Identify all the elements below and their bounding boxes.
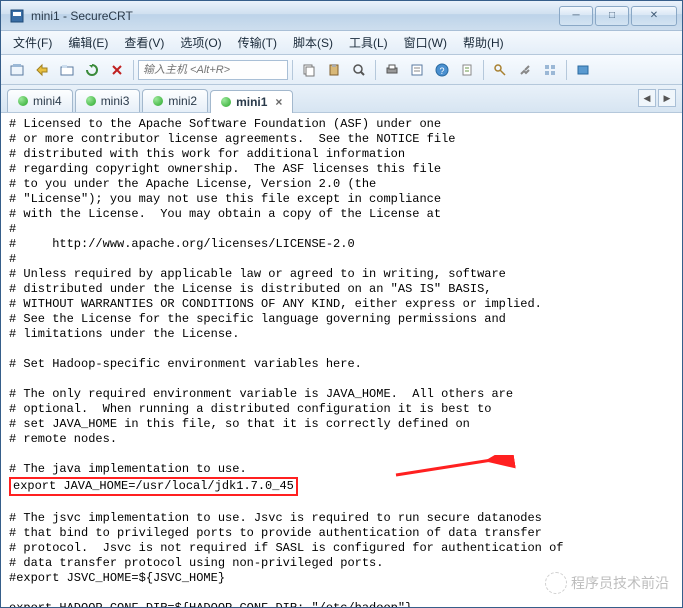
- toolbar: ?: [1, 55, 682, 85]
- app-window: mini1 - SecureCRT ─ □ ✕ 文件(F) 编辑(E) 查看(V…: [0, 0, 683, 608]
- tab-label: mini3: [101, 94, 130, 108]
- tab-next-icon[interactable]: ▶: [658, 89, 676, 107]
- paste-icon[interactable]: [322, 58, 346, 82]
- menubar: 文件(F) 编辑(E) 查看(V) 选项(O) 传输(T) 脚本(S) 工具(L…: [1, 31, 682, 55]
- menu-help[interactable]: 帮助(H): [455, 31, 512, 54]
- session-manager-icon[interactable]: [5, 58, 29, 82]
- svg-text:?: ?: [439, 66, 444, 76]
- print-icon[interactable]: [380, 58, 404, 82]
- titlebar: mini1 - SecureCRT ─ □ ✕: [1, 1, 682, 31]
- tab-nav: ◀ ▶: [638, 89, 676, 107]
- status-dot-icon: [153, 96, 163, 106]
- menu-view[interactable]: 查看(V): [116, 31, 172, 54]
- status-dot-icon: [86, 96, 96, 106]
- terminal[interactable]: # Licensed to the Apache Software Founda…: [1, 113, 682, 607]
- maximize-button[interactable]: □: [595, 6, 629, 26]
- annotation-arrow-icon: [391, 455, 521, 495]
- tab-mini1[interactable]: mini1 ×: [210, 90, 293, 113]
- toolbar-separator: [566, 60, 567, 80]
- watermark-text: 程序员技术前沿: [571, 573, 669, 593]
- menu-script[interactable]: 脚本(S): [285, 31, 341, 54]
- window-title: mini1 - SecureCRT: [31, 9, 559, 23]
- copy-icon[interactable]: [297, 58, 321, 82]
- disconnect-icon[interactable]: [105, 58, 129, 82]
- script-icon[interactable]: [455, 58, 479, 82]
- toolbar-separator: [375, 60, 376, 80]
- tab-close-icon[interactable]: ×: [275, 95, 282, 109]
- help-icon[interactable]: ?: [430, 58, 454, 82]
- toolbar-separator: [292, 60, 293, 80]
- terminal-text-pre: # Licensed to the Apache Software Founda…: [9, 117, 542, 476]
- menu-file[interactable]: 文件(F): [5, 31, 60, 54]
- status-dot-icon: [221, 97, 231, 107]
- reconnect-icon[interactable]: [80, 58, 104, 82]
- app-icon: [9, 8, 25, 24]
- tab-mini2[interactable]: mini2: [142, 89, 208, 112]
- status-dot-icon: [18, 96, 28, 106]
- quick-connect-icon[interactable]: [30, 58, 54, 82]
- tabbar: mini4 mini3 mini2 mini1 × ◀ ▶: [1, 85, 682, 113]
- host-input[interactable]: [138, 60, 288, 80]
- toolbar-separator: [133, 60, 134, 80]
- close-button[interactable]: ✕: [631, 6, 677, 26]
- watermark: 程序员技术前沿: [545, 572, 669, 594]
- menu-transfer[interactable]: 传输(T): [230, 31, 285, 54]
- tab-label: mini2: [168, 94, 197, 108]
- menu-options[interactable]: 选项(O): [172, 31, 229, 54]
- highlighted-line: export JAVA_HOME=/usr/local/jdk1.7.0_45: [9, 477, 298, 496]
- tab-label: mini4: [33, 94, 62, 108]
- toolbar-separator: [483, 60, 484, 80]
- minimize-button[interactable]: ─: [559, 6, 593, 26]
- tab-mini4[interactable]: mini4: [7, 89, 73, 112]
- menu-tools[interactable]: 工具(L): [341, 31, 396, 54]
- watermark-icon: [545, 572, 567, 594]
- menu-window[interactable]: 窗口(W): [396, 31, 455, 54]
- tab-mini3[interactable]: mini3: [75, 89, 141, 112]
- tab-label: mini1: [236, 95, 267, 109]
- key-icon[interactable]: [488, 58, 512, 82]
- connect-tab-icon[interactable]: [55, 58, 79, 82]
- terminal-text-post: # The jsvc implementation to use. Jsvc i…: [9, 511, 564, 607]
- find-icon[interactable]: [347, 58, 371, 82]
- properties-icon[interactable]: [405, 58, 429, 82]
- tab-prev-icon[interactable]: ◀: [638, 89, 656, 107]
- window-controls: ─ □ ✕: [559, 6, 677, 26]
- about-icon[interactable]: [571, 58, 595, 82]
- menu-edit[interactable]: 编辑(E): [60, 31, 116, 54]
- settings-icon[interactable]: [513, 58, 537, 82]
- tile-icon[interactable]: [538, 58, 562, 82]
